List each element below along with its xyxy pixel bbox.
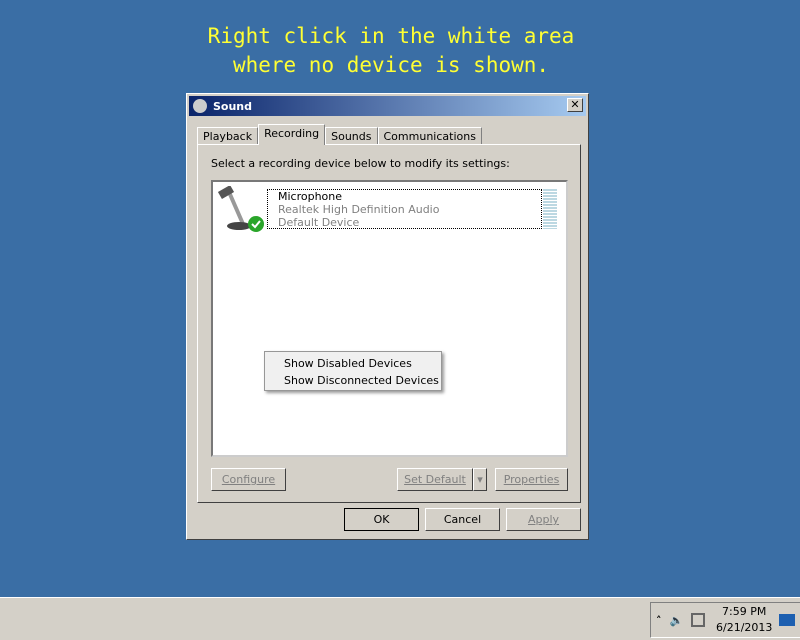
title-bar[interactable]: Sound bbox=[189, 96, 586, 116]
sound-icon bbox=[193, 99, 207, 113]
device-microphone[interactable]: Microphone Realtek High Definition Audio D… bbox=[267, 189, 542, 229]
device-status: Default Device bbox=[278, 216, 360, 229]
configure-button[interactable]: Configure bbox=[211, 468, 286, 491]
prompt-label: Select a recording device below to modif… bbox=[211, 157, 510, 170]
context-menu: Show Disabled Devices Show Disconnected … bbox=[264, 351, 442, 391]
sound-dialog: Sound ✕ Playback Recording Sounds Commun… bbox=[186, 93, 589, 540]
instruction-line: where no device is shown. bbox=[232, 53, 550, 77]
menu-item-show-disabled[interactable]: Show Disabled Devices bbox=[265, 355, 441, 372]
ok-button[interactable]: OK bbox=[344, 508, 419, 531]
clock[interactable]: 7:59 PM 6/21/2013 bbox=[713, 604, 775, 636]
tab-communications[interactable]: Communications bbox=[377, 127, 482, 145]
device-list[interactable]: Microphone Realtek High Definition Audio D… bbox=[211, 180, 568, 457]
network-icon[interactable] bbox=[691, 613, 706, 627]
show-desktop-icon[interactable] bbox=[779, 614, 796, 626]
microphone-icon bbox=[217, 186, 264, 232]
level-meter bbox=[543, 189, 557, 229]
show-hidden-icons-icon[interactable]: ˄ bbox=[656, 614, 662, 627]
taskbar: ˄ 🔈 7:59 PM 6/21/2013 bbox=[0, 597, 800, 640]
set-default-dropdown[interactable]: ▾ bbox=[473, 468, 487, 491]
tab-sounds[interactable]: Sounds bbox=[325, 127, 378, 145]
device-name: Microphone bbox=[278, 190, 343, 203]
volume-icon[interactable]: 🔈 bbox=[670, 614, 684, 627]
recording-panel: Select a recording device below to modif… bbox=[197, 144, 581, 503]
device-driver: Realtek High Definition Audio bbox=[278, 203, 440, 216]
instruction-line: Right click in the white area bbox=[207, 24, 575, 48]
set-default-button[interactable]: Set Default bbox=[397, 468, 473, 491]
properties-button[interactable]: Properties bbox=[495, 468, 568, 491]
window-title: Sound bbox=[213, 99, 253, 113]
apply-button[interactable]: Apply bbox=[506, 508, 581, 531]
cancel-button[interactable]: Cancel bbox=[425, 508, 500, 531]
instruction-text: Right click in the white area where no de… bbox=[0, 22, 782, 80]
system-tray: ˄ 🔈 7:59 PM 6/21/2013 bbox=[650, 602, 800, 638]
time: 7:59 PM bbox=[722, 605, 767, 618]
tab-recording[interactable]: Recording bbox=[258, 124, 326, 145]
tab-playback[interactable]: Playback bbox=[197, 127, 259, 145]
date: 6/21/2013 bbox=[716, 621, 773, 634]
close-button[interactable]: ✕ bbox=[567, 98, 583, 112]
menu-item-show-disconnected[interactable]: Show Disconnected Devices bbox=[265, 372, 441, 389]
